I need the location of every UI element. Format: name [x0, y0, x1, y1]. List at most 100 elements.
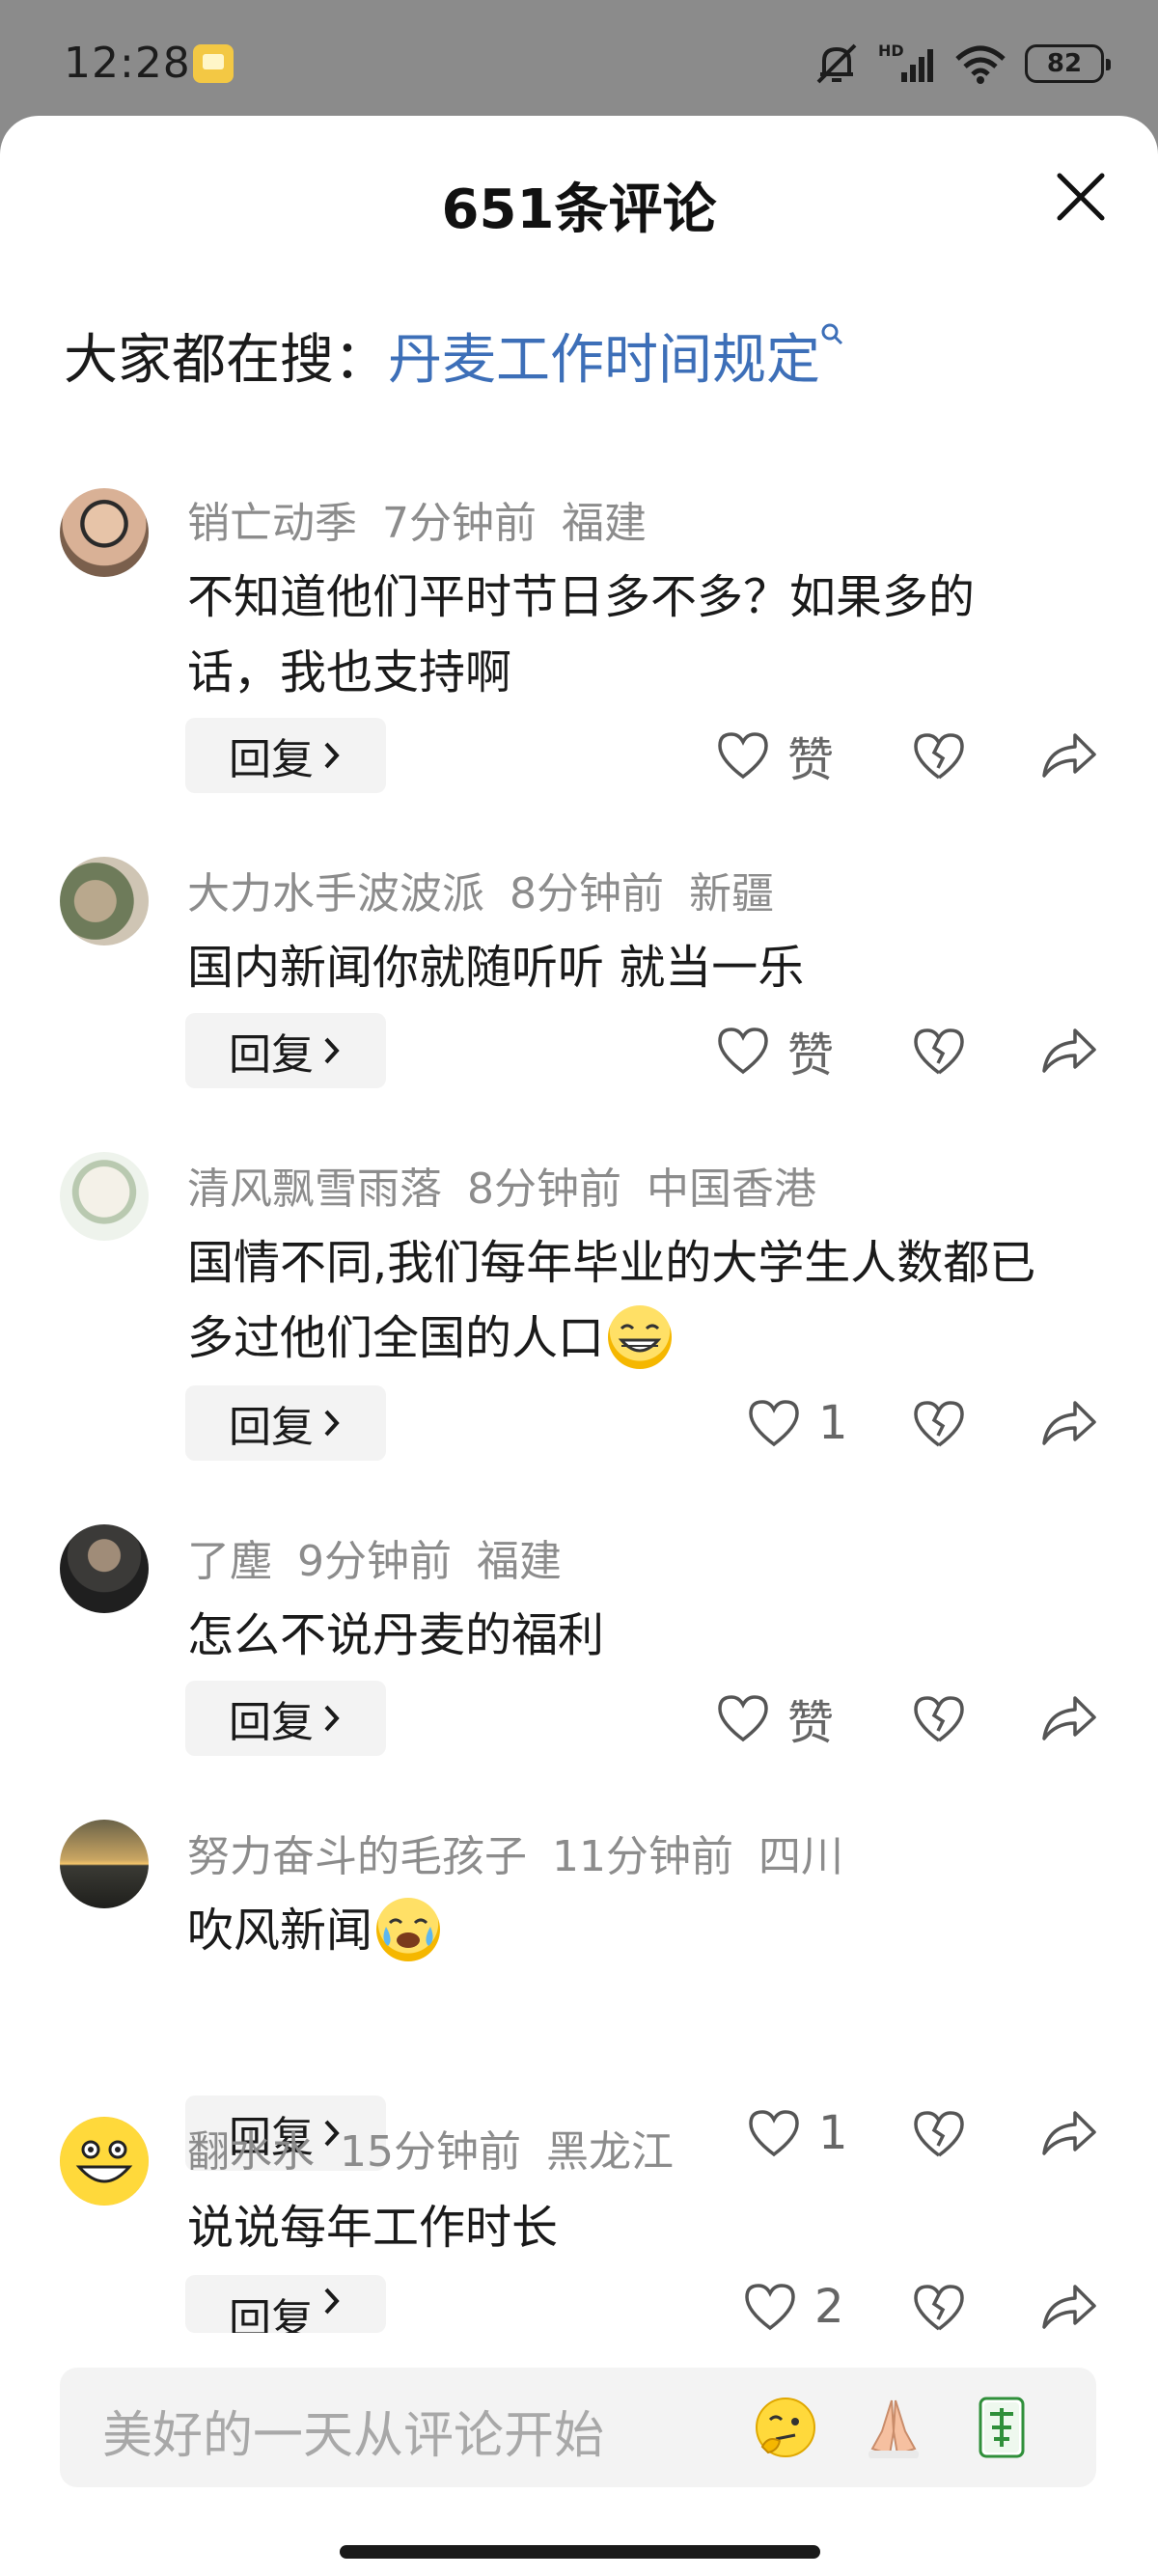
comment-time: 7分钟前 [382, 499, 537, 548]
avatar[interactable] [60, 857, 149, 945]
reply-label: 回复 [229, 2295, 314, 2333]
broken-heart-icon[interactable] [911, 1395, 967, 1451]
avatar[interactable] [60, 2117, 149, 2206]
comment-time: 11分钟前 [552, 1832, 733, 1881]
comment-time: 8分钟前 [510, 869, 664, 918]
like-button[interactable]: 赞 [716, 718, 834, 793]
avatar[interactable] [60, 1820, 149, 1908]
comment-time: 15分钟前 [340, 2127, 521, 2177]
wifi-icon [955, 45, 1006, 84]
reply-button[interactable]: 回复 [185, 718, 386, 793]
comment-username[interactable]: 翻水水 [187, 2127, 315, 2177]
like-button[interactable]: 1 [747, 2096, 848, 2171]
close-button[interactable] [1050, 166, 1112, 228]
comments-title: 651条评论 [441, 178, 717, 241]
heart-icon [718, 1028, 768, 1075]
comment-username[interactable]: 销亡动季 [187, 499, 357, 548]
reply-button[interactable]: 回复 [185, 1385, 386, 1461]
comment-time: 8分钟前 [467, 1165, 621, 1214]
heart-icon [745, 2284, 795, 2331]
comment-meta: 翻水水 15分钟前 黑龙江 [187, 2117, 699, 2179]
grinning-emoji-icon [608, 1305, 673, 1369]
close-icon [1057, 173, 1105, 221]
like-count: 1 [818, 2106, 848, 2160]
share-icon[interactable] [1038, 2105, 1098, 2161]
share-icon[interactable] [1038, 1395, 1098, 1451]
chevron-right-icon [324, 1037, 340, 1064]
home-indicator[interactable] [340, 2545, 820, 2559]
reply-label: 回复 [229, 735, 314, 784]
broken-heart-icon[interactable] [911, 2105, 967, 2161]
chevron-right-icon [324, 742, 340, 769]
avatar[interactable] [60, 488, 149, 577]
share-icon[interactable] [1038, 2279, 1098, 2335]
comment-text: 国内新闻你就随听听 就当一乐 [187, 941, 805, 995]
like-count: 2 [814, 2280, 844, 2334]
comment-text: 不知道他们平时节日多不多？如果多的话，我也支持啊 [187, 570, 976, 699]
comment-text: 吹风新闻 [187, 1893, 1056, 1968]
comment-location: 福建 [477, 1537, 562, 1586]
status-bar: 12:28 HD 82 [0, 0, 1158, 116]
trending-search-prefix: 大家都在搜： [64, 329, 388, 392]
reply-label: 回复 [229, 1403, 314, 1452]
comment-username[interactable]: 清风飘雪雨落 [187, 1165, 442, 1214]
comment-input-placeholder: 美好的一天从评论开始 [102, 2407, 605, 2465]
comment-username[interactable]: 大力水手波波派 [187, 869, 484, 918]
like-count: 赞 [787, 1696, 835, 1750]
mahjong-tile-icon[interactable] [967, 2393, 1036, 2462]
battery-level: 82 [1046, 49, 1083, 78]
comment-meta: 清风飘雪雨落 8分钟前 中国香港 [187, 1154, 841, 1216]
reply-label: 回复 [229, 1030, 314, 1080]
heart-icon [718, 732, 768, 780]
like-button[interactable]: 2 [743, 2269, 844, 2344]
heart-icon [749, 2110, 799, 2157]
like-button[interactable]: 1 [747, 1385, 848, 1461]
comments-sheet: 651条评论 大家都在搜：丹麦工作时间规定 销亡动季 7分钟前 福建 不知道他们平时… [0, 116, 1158, 2576]
comment-text: 怎么不说丹麦的福利 [187, 1608, 605, 1662]
battery-indicator: 82 [1025, 44, 1111, 83]
broken-heart-icon[interactable] [911, 2279, 967, 2335]
broken-heart-icon[interactable] [911, 1023, 967, 1079]
share-icon[interactable] [1038, 727, 1098, 783]
comment-meta: 大力水手波波派 8分钟前 新疆 [187, 859, 799, 920]
comment-location: 黑龙江 [546, 2127, 674, 2177]
notification-icon [193, 44, 234, 83]
status-icons: HD 82 [813, 39, 1111, 89]
share-icon[interactable] [1038, 1690, 1098, 1746]
like-button[interactable]: 赞 [716, 1681, 834, 1756]
broken-heart-icon[interactable] [911, 1690, 967, 1746]
chevron-right-icon [324, 2288, 340, 2315]
reply-label: 回复 [229, 1698, 314, 1747]
search-icon [821, 323, 843, 345]
chevron-right-icon [324, 1410, 340, 1437]
broken-heart-icon[interactable] [911, 727, 967, 783]
comment-meta: 努力奋斗的毛孩子 11分钟前 四川 [187, 1822, 868, 1883]
crying-laughing-emoji-icon [376, 1898, 441, 1961]
avatar[interactable] [60, 1524, 149, 1613]
avatar[interactable] [60, 1152, 149, 1241]
heart-icon [749, 1400, 799, 1447]
comment-meta: 了塵 9分钟前 福建 [187, 1526, 587, 1588]
praying-hands-emoji-icon[interactable] [859, 2393, 928, 2462]
trending-search: 大家都在搜：丹麦工作时间规定 [64, 316, 845, 395]
comment-location: 新疆 [689, 869, 774, 918]
comment-username[interactable]: 了塵 [187, 1537, 272, 1586]
heart-icon [718, 1695, 768, 1742]
comment-username[interactable]: 努力奋斗的毛孩子 [187, 1832, 527, 1881]
comment-location: 中国香港 [647, 1165, 816, 1214]
share-icon[interactable] [1038, 1023, 1098, 1079]
comment-text: 国情不同,我们每年毕业的大学生人数都已多过他们全国的人口 [187, 1225, 1075, 1376]
chevron-right-icon [324, 1705, 340, 1732]
mute-bell-icon [816, 43, 857, 84]
thinking-emoji-icon[interactable] [751, 2393, 820, 2462]
reply-button[interactable]: 回复 [185, 2275, 386, 2333]
comment-input[interactable]: 美好的一天从评论开始 [60, 2368, 1096, 2487]
trending-search-link[interactable]: 丹麦工作时间规定 [388, 329, 820, 392]
comment-text: 说说每年工作时长 [187, 2201, 559, 2255]
reply-button[interactable]: 回复 [185, 1681, 386, 1756]
comment-location: 福建 [562, 499, 647, 548]
comment-text-body: 吹风新闻 [187, 1904, 373, 1958]
reply-button[interactable]: 回复 [185, 1013, 386, 1088]
like-count: 赞 [787, 1028, 835, 1082]
like-button[interactable]: 赞 [716, 1013, 834, 1088]
